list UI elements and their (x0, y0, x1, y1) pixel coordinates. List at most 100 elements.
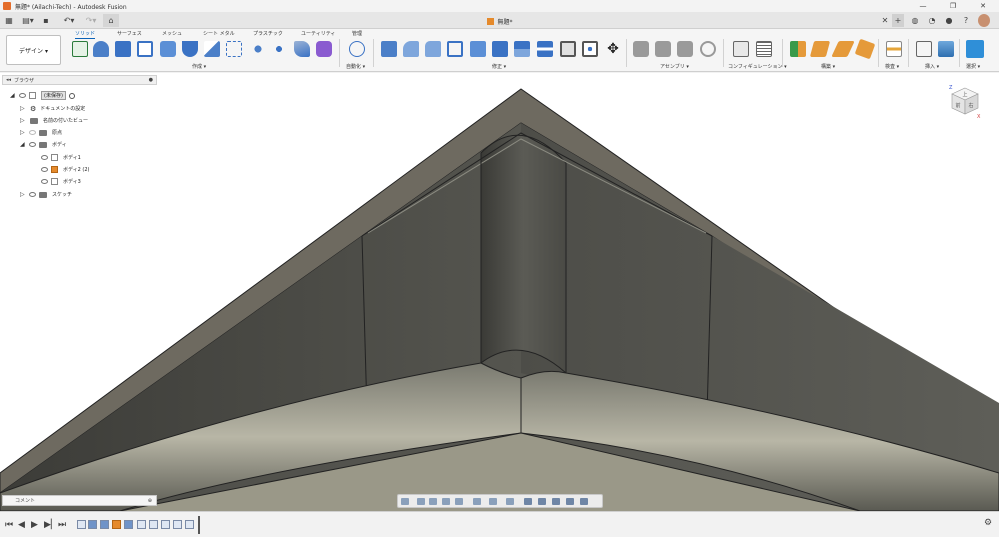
timeline-feature-fillet[interactable] (149, 520, 158, 529)
tree-item[interactable]: ▷ ⚙ ドキュメントの設定 (20, 103, 85, 114)
file-menu-icon[interactable]: ▤▾ (19, 14, 37, 27)
timeline-marker[interactable] (198, 516, 200, 534)
timeline-feature-combine[interactable] (124, 520, 133, 529)
timeline-feature-component[interactable] (112, 520, 121, 529)
tree-item[interactable]: ▷ スケッチ (20, 189, 72, 200)
timeline-feature-extrude[interactable] (88, 520, 97, 529)
maximize-icon[interactable]: ❐ (938, 0, 968, 12)
group-assemble[interactable]: アセンブリ ▾ (660, 63, 689, 70)
redo-icon[interactable]: ↷▾ (82, 14, 100, 27)
group-construct[interactable]: 構築 ▾ (821, 63, 835, 70)
fillet-icon[interactable] (403, 41, 419, 57)
document-tab[interactable]: 無題* (420, 13, 580, 29)
expand-icon[interactable]: ▷ (20, 105, 26, 112)
section-analysis-icon[interactable] (524, 498, 532, 505)
display-settings-icon[interactable] (473, 498, 481, 505)
step-back-icon[interactable]: ◀ (18, 520, 25, 530)
tab-sheet-metal[interactable]: シート メタル (203, 30, 235, 37)
revolve-icon[interactable] (115, 41, 131, 57)
chamfer-icon[interactable] (425, 41, 441, 57)
help-icon[interactable]: ? (961, 14, 971, 27)
group-automate[interactable]: 自動化 ▾ (346, 63, 365, 70)
configuration-table-icon[interactable] (756, 41, 772, 57)
tree-item[interactable]: ▷ 名前の付いたビュー (20, 115, 88, 126)
plane-at-angle-icon[interactable] (809, 41, 831, 57)
sweep-icon[interactable] (137, 41, 153, 57)
expand-icon[interactable]: ◢ (10, 92, 16, 99)
group-inspect[interactable]: 検査 ▾ (885, 63, 899, 70)
new-component-icon[interactable] (633, 41, 649, 57)
new-tab-icon[interactable]: + (892, 14, 904, 27)
timeline-feature-shell[interactable] (137, 520, 146, 529)
midplane-icon[interactable] (854, 38, 876, 60)
group-modify[interactable]: 修正 ▾ (492, 63, 506, 70)
expand-icon[interactable]: ▷ (20, 191, 26, 198)
curvature-analysis-icon[interactable] (566, 498, 574, 505)
browser-header[interactable]: ◂◂ ブラウザ ● (2, 75, 157, 85)
apps-grid-icon[interactable]: ▦ (3, 14, 15, 27)
zebra-analysis-icon[interactable] (538, 498, 546, 505)
group-create[interactable]: 作成 ▾ (192, 63, 206, 70)
tree-root[interactable]: ◢ (未保存) (10, 90, 75, 101)
form-icon[interactable] (316, 41, 332, 57)
configure-icon[interactable] (733, 41, 749, 57)
group-configuration[interactable]: コンフィギュレーション ▾ (728, 63, 787, 70)
split-face-icon[interactable] (560, 41, 576, 57)
viewports-icon[interactable] (506, 498, 514, 505)
workspace-button[interactable]: デザイン ▾ (6, 35, 61, 65)
timeline-feature-sketch[interactable] (77, 520, 86, 529)
group-insert[interactable]: 挿入 ▾ (925, 63, 939, 70)
loft-icon[interactable] (160, 41, 176, 57)
move-copy-icon[interactable]: ✥ (605, 41, 621, 57)
rib-icon[interactable] (182, 41, 198, 57)
mirror-icon[interactable] (271, 41, 287, 57)
timeline-settings-icon[interactable]: ⚙ (984, 518, 992, 528)
select-icon[interactable] (966, 40, 984, 58)
box-icon[interactable] (226, 41, 242, 57)
play-icon[interactable]: ▶ (31, 520, 38, 530)
draft-icon[interactable] (470, 41, 486, 57)
grid-snaps-icon[interactable] (489, 498, 497, 505)
look-at-icon[interactable] (417, 498, 425, 505)
web-icon[interactable] (204, 41, 220, 57)
home-icon[interactable]: ⌂ (103, 14, 119, 27)
visibility-icon[interactable] (41, 155, 48, 160)
zoom-icon[interactable] (442, 498, 450, 505)
insert-canvas-icon[interactable] (938, 41, 954, 57)
tangent-plane-icon[interactable] (831, 41, 855, 57)
notifications-icon[interactable]: ● (944, 14, 954, 27)
pan-icon[interactable] (429, 498, 437, 505)
press-pull-icon[interactable] (381, 41, 397, 57)
thicken-icon[interactable] (294, 41, 310, 57)
group-select[interactable]: 選択 ▾ (966, 63, 980, 70)
job-status-icon[interactable]: ◔ (927, 14, 937, 27)
shell-icon[interactable] (447, 41, 463, 57)
comments-panel[interactable]: コメント ⊕ (2, 495, 157, 506)
tree-item[interactable]: ▷ 原点 (20, 127, 62, 138)
pin-icon[interactable]: ● (149, 77, 153, 83)
go-to-start-icon[interactable]: ⏮ (5, 520, 13, 530)
motion-study-icon[interactable] (700, 41, 716, 57)
tab-manage[interactable]: 管理 (352, 30, 362, 37)
tab-mesh[interactable]: メッシュ (162, 30, 182, 37)
visibility-icon[interactable] (29, 130, 36, 135)
minimize-icon[interactable]: — (908, 0, 938, 12)
go-to-end-icon[interactable]: ⏭ (58, 520, 66, 530)
visibility-icon[interactable] (29, 192, 36, 197)
visibility-icon[interactable] (29, 142, 36, 147)
as-built-joint-icon[interactable] (677, 41, 693, 57)
fit-icon[interactable] (455, 498, 463, 505)
visibility-icon[interactable] (41, 167, 48, 172)
expand-icon[interactable]: ▷ (20, 129, 26, 136)
undo-icon[interactable]: ↶▾ (60, 14, 78, 27)
expand-icon[interactable]: ◢ (20, 141, 26, 148)
avatar[interactable] (978, 14, 990, 27)
draft-analysis-icon[interactable] (552, 498, 560, 505)
extensions-icon[interactable]: ◍ (910, 14, 920, 27)
create-sketch-icon[interactable] (72, 41, 88, 57)
save-icon[interactable]: ▪ (40, 14, 52, 27)
automate-icon[interactable] (349, 41, 365, 57)
extrude-icon[interactable] (93, 41, 109, 57)
pattern-icon[interactable] (250, 41, 266, 57)
accessibility-analysis-icon[interactable] (580, 498, 588, 505)
